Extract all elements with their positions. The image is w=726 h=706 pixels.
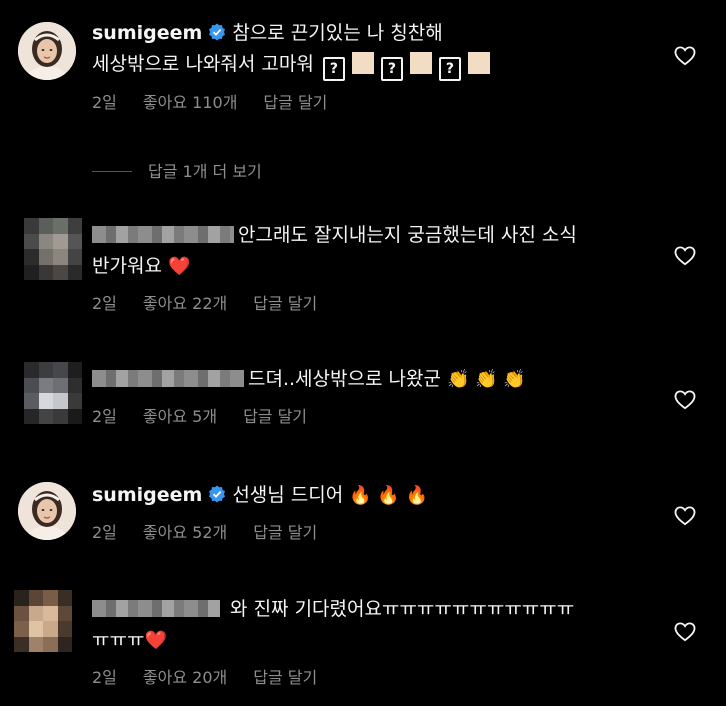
verified-badge-icon (209, 485, 226, 503)
avatar-photo (18, 482, 76, 540)
comment-text: 선생님 드디어 (232, 484, 344, 506)
comment-time: 2일 (92, 523, 117, 542)
red-heart-emoji: ❤️ (167, 256, 191, 277)
heart-outline-icon[interactable] (674, 246, 696, 266)
redacted-username (92, 226, 234, 243)
reply-button[interactable]: 답글 달기 (253, 668, 317, 687)
comment-text: 와 진짜 기다렸어요ㅠㅠㅠㅠㅠㅠㅠㅠㅠㅠㅠ (230, 598, 575, 620)
emoji-placeholder-icon (467, 52, 490, 74)
emoji-placeholder-icon (351, 52, 374, 74)
heart-outline-icon[interactable] (674, 46, 696, 66)
avatar[interactable] (18, 482, 76, 540)
comment-text-line2: 반가워요 (92, 255, 162, 277)
red-heart-emoji: ❤️ (144, 630, 167, 651)
verified-badge-icon (209, 23, 226, 41)
like-count[interactable]: 좋아요 52개 (143, 523, 227, 542)
reply-button[interactable]: 답글 달기 (263, 93, 327, 112)
clapping-hands-emoji: 👏 👏 👏 (446, 369, 526, 390)
reply-button[interactable]: 답글 달기 (253, 523, 317, 542)
username[interactable]: sumigeem (92, 22, 202, 44)
comment-time: 2일 (92, 294, 117, 313)
comment-text: 참으로 끈기있는 나 칭찬해 (232, 22, 443, 44)
heart-outline-icon[interactable] (674, 506, 696, 526)
unsupported-glyph-icon: ? (438, 57, 461, 81)
heart-outline-icon[interactable] (674, 622, 696, 642)
avatar-blurred[interactable] (24, 218, 82, 280)
emoji-placeholder-icon (409, 52, 432, 74)
like-count[interactable]: 좋아요 22개 (143, 294, 227, 313)
comment-time: 2일 (92, 93, 117, 112)
username[interactable]: sumigeem (92, 484, 202, 506)
comment-text: 드뎌..세상밖으로 나왔군 (248, 368, 441, 390)
reply-button[interactable]: 답글 달기 (253, 294, 317, 313)
fire-emoji: 🔥 🔥 🔥 (349, 485, 428, 506)
avatar-blurred[interactable] (24, 362, 82, 424)
redacted-username (92, 370, 244, 387)
divider (92, 171, 132, 172)
avatar[interactable] (18, 22, 76, 80)
like-count[interactable]: 좋아요 110개 (143, 93, 238, 112)
comment-time: 2일 (92, 407, 117, 426)
reply-button[interactable]: 답글 달기 (243, 407, 307, 426)
avatar-photo (18, 22, 76, 80)
like-count[interactable]: 좋아요 20개 (143, 668, 227, 687)
heart-outline-icon[interactable] (674, 390, 696, 410)
view-more-replies-label: 답글 1개 더 보기 (148, 162, 262, 181)
unsupported-glyph-icon: ? (380, 57, 403, 81)
comment-text-line2: 세상밖으로 나와줘서 고마워 (92, 53, 314, 75)
unsupported-glyph-icon: ? (322, 57, 345, 81)
like-count[interactable]: 좋아요 5개 (143, 407, 217, 426)
view-more-replies[interactable]: 답글 1개 더 보기 (92, 158, 262, 182)
comment-text-line2: ㅠㅠㅠ (92, 629, 145, 651)
comment-text: 안그래도 잘지내는지 궁금했는데 사진 소식 (238, 224, 577, 246)
redacted-username (92, 600, 220, 617)
comment-time: 2일 (92, 668, 117, 687)
avatar-blurred[interactable] (14, 590, 72, 652)
